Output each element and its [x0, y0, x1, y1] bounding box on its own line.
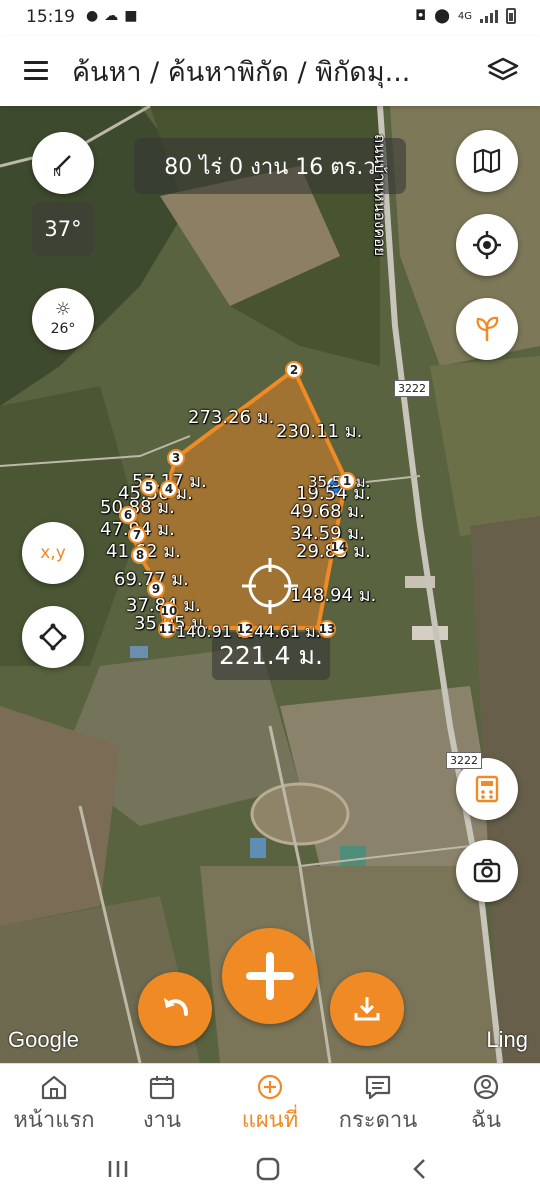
calendar-icon — [149, 1076, 175, 1100]
nav-profile[interactable]: ฉัน — [432, 1064, 540, 1137]
sun-angle-value: 26° — [50, 321, 76, 337]
coordinate-button[interactable]: x,y — [22, 522, 84, 584]
road-name-label: ถนนบ้านหนองคอย — [371, 134, 389, 257]
add-circle-icon — [257, 1074, 283, 1100]
sun-angle-button[interactable]: ☼ 26° — [32, 288, 94, 350]
nav-home[interactable]: หน้าแรก — [0, 1064, 108, 1137]
compass-icon: N — [53, 155, 71, 178]
compass-button[interactable]: N — [32, 132, 94, 194]
status-bar: 15:19 ● ☁ ■ ◘ ⬤ 4G — [0, 0, 540, 36]
polygon-tool-button[interactable] — [22, 606, 84, 668]
app-bar: ค้นหา / ค้นหาพิกัด / พิกัดมุ... — [0, 36, 540, 106]
home-icon — [41, 1075, 67, 1100]
sun-icon: ☼ — [54, 299, 72, 320]
vertex-marker[interactable]: 1 — [338, 472, 356, 490]
bearing-readout: 37° — [32, 202, 94, 256]
profile-icon — [473, 1074, 499, 1100]
system-icons: ◘ ⬤ 4G — [415, 8, 516, 24]
undo-button[interactable] — [138, 972, 212, 1046]
ling-attribution: Ling — [486, 1027, 528, 1052]
vertex-marker[interactable]: 8 — [131, 546, 149, 564]
side-length-label: 230.11 ม. — [276, 421, 363, 442]
area-value: 80 ไร่ 0 งาน 16 ตร.ว — [164, 154, 376, 180]
nav-board-label: กระดาน — [338, 1108, 418, 1133]
nav-jobs[interactable]: งาน — [108, 1064, 216, 1137]
vertex-marker[interactable]: 12 — [236, 620, 254, 638]
system-navigation-bar — [0, 1137, 540, 1200]
camera-button[interactable] — [456, 840, 518, 902]
recent-apps-icon[interactable] — [108, 1161, 128, 1177]
nav-map[interactable]: แผนที่ — [216, 1064, 324, 1137]
nav-profile-label: ฉัน — [470, 1108, 502, 1133]
alarm-icon: ◘ — [415, 8, 427, 24]
vertex-marker[interactable]: 10 — [160, 602, 178, 620]
side-length-label: 244.61 ม. — [244, 622, 321, 641]
calculator-icon — [475, 775, 499, 803]
bottom-navigation: หน้าแรก งาน แผนที่ กระดาน ฉัน — [0, 1063, 540, 1137]
nav-home-label: หน้าแรก — [13, 1108, 95, 1133]
download-icon — [354, 997, 380, 1021]
nav-jobs-label: งาน — [142, 1108, 182, 1133]
board-icon — [365, 1075, 391, 1100]
nav-board[interactable]: กระดาน — [324, 1064, 432, 1137]
vertex-marker[interactable]: 4 — [160, 480, 178, 498]
area-readout: 80 ไร่ 0 งาน 16 ตร.ว — [134, 138, 406, 194]
status-time: 15:19 — [26, 7, 75, 27]
vertex-marker[interactable]: 13 — [318, 620, 336, 638]
hamburger-menu-icon[interactable] — [24, 61, 48, 81]
breadcrumb: ค้นหา / ค้นหาพิกัด / พิกัดมุ... — [72, 57, 411, 88]
vertex-marker[interactable]: 14 — [330, 538, 348, 556]
vertex-marker[interactable]: 9 — [147, 580, 165, 598]
side-length-label: 148.94 ม. — [290, 585, 377, 606]
google-attribution: Google — [8, 1027, 79, 1052]
bearing-value: 37° — [44, 217, 82, 241]
side-length-label: 273.26 ม. — [188, 407, 275, 428]
plant-button[interactable] — [456, 298, 518, 360]
map-view[interactable]: 80 ไร่ 0 งาน 16 ตร.ว ถนนบ้านหนองคอย N 37… — [0, 106, 540, 1063]
road-number-badge: 3222 — [446, 752, 482, 769]
gps-target-icon — [473, 231, 501, 259]
vertex-marker[interactable]: 6 — [119, 506, 137, 524]
map-type-button[interactable] — [456, 130, 518, 192]
add-point-button[interactable] — [222, 928, 318, 1024]
back-icon[interactable] — [413, 1159, 425, 1179]
sprout-icon — [476, 316, 499, 341]
line-app-icon: ● — [86, 8, 99, 24]
svg-text:N: N — [53, 166, 61, 178]
road-number-badge: 3222 — [394, 380, 430, 397]
signal-icon — [480, 9, 498, 23]
coordinate-label: x,y — [40, 543, 66, 563]
notification-icons: ● ☁ ■ — [86, 8, 137, 24]
layers-icon[interactable] — [486, 56, 520, 86]
weather-icon: ☁ — [104, 8, 119, 24]
battery-icon — [506, 8, 516, 24]
map-icon — [473, 148, 501, 174]
vertex-marker[interactable]: 5 — [140, 478, 158, 496]
save-download-button[interactable] — [330, 972, 404, 1046]
plus-icon — [246, 952, 294, 1000]
my-location-button[interactable] — [456, 214, 518, 276]
undo-icon — [164, 998, 188, 1016]
vertex-marker[interactable]: 11 — [158, 620, 176, 638]
nav-map-label: แผนที่ — [241, 1108, 299, 1133]
location-icon: ⬤ — [434, 8, 450, 24]
vertex-marker[interactable]: 3 — [167, 449, 185, 467]
vertex-marker[interactable]: 2 — [285, 361, 303, 379]
network-type: 4G — [457, 10, 472, 22]
facebook-icon: ■ — [124, 8, 138, 24]
polygon-icon — [39, 623, 67, 651]
camera-icon — [473, 858, 501, 883]
home-system-icon[interactable] — [256, 1157, 280, 1181]
vertex-marker[interactable]: 7 — [128, 526, 146, 544]
